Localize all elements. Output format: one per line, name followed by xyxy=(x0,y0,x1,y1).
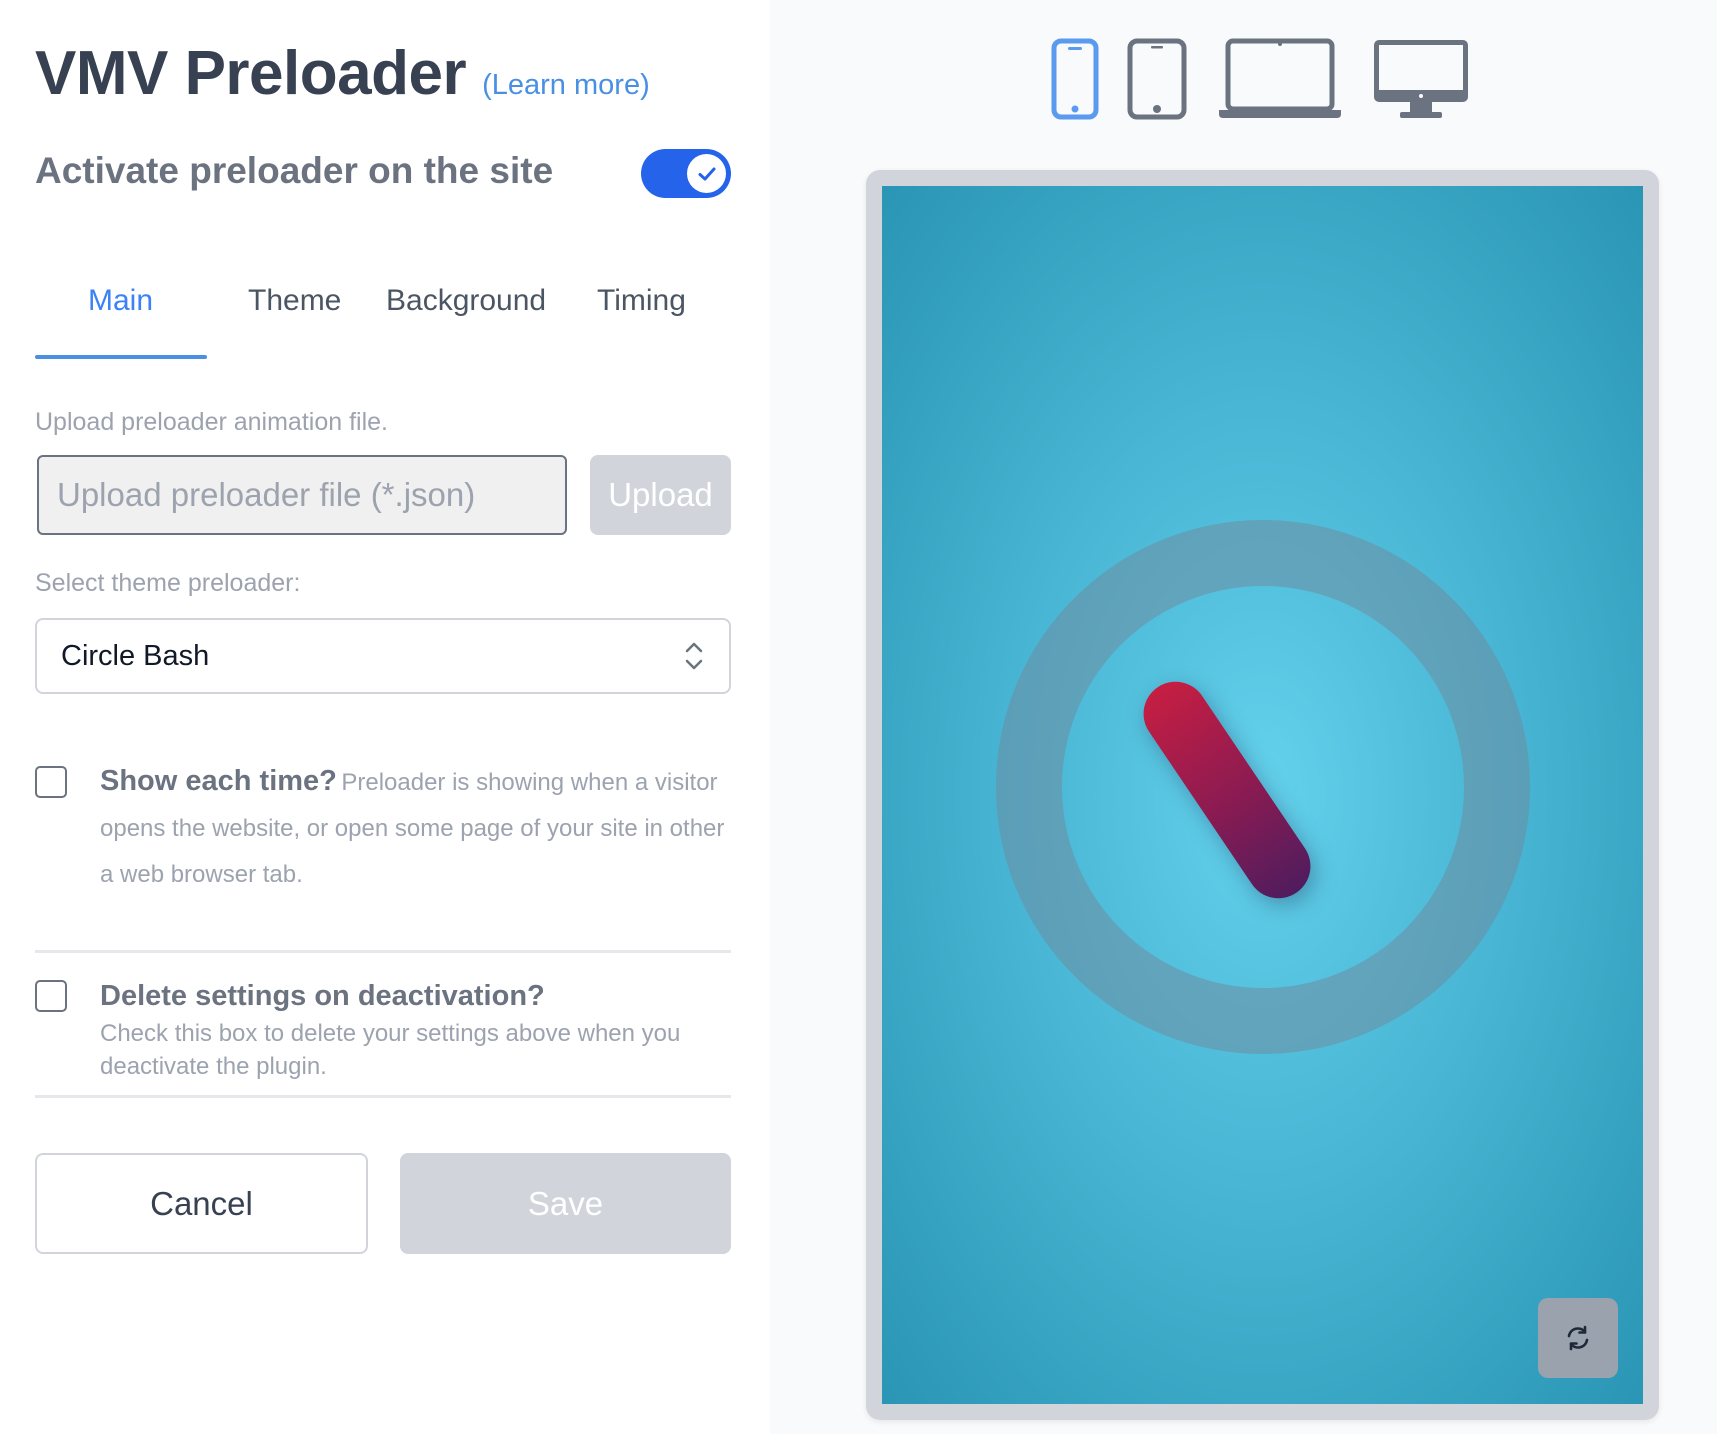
phone-icon xyxy=(1051,38,1099,120)
activate-toggle[interactable] xyxy=(641,149,731,198)
device-preview-frame xyxy=(866,170,1659,1420)
device-desktop-button[interactable] xyxy=(1372,38,1470,127)
delete-settings-checkbox[interactable] xyxy=(35,980,67,1012)
preview-panel xyxy=(770,0,1717,1434)
refresh-icon xyxy=(1567,1325,1589,1351)
desktop-icon xyxy=(1374,40,1468,118)
settings-panel: VMV Preloader (Learn more) Activate prel… xyxy=(0,0,770,1434)
divider xyxy=(35,1095,731,1098)
tablet-icon xyxy=(1127,38,1187,120)
delete-settings-title: Delete settings on deactivation? xyxy=(100,980,545,1012)
theme-select-label: Select theme preloader: xyxy=(35,569,301,597)
upload-label: Upload preloader animation file. xyxy=(35,408,388,436)
tab-main[interactable]: Main xyxy=(88,284,153,318)
delete-settings-text: Delete settings on deactivation? Check t… xyxy=(100,980,730,1083)
divider xyxy=(35,950,731,953)
device-tablet-button[interactable] xyxy=(1127,38,1187,125)
show-each-time-title: Show each time? xyxy=(100,765,337,797)
save-button[interactable]: Save xyxy=(400,1153,731,1254)
tab-background[interactable]: Background xyxy=(386,284,546,318)
device-laptop-button[interactable] xyxy=(1218,38,1342,125)
show-each-time-text: Show each time? Preloader is showing whe… xyxy=(100,760,730,899)
active-tab-indicator xyxy=(35,355,207,359)
tab-bar: Main Theme Background Timing xyxy=(35,270,731,360)
device-phone-button[interactable] xyxy=(1051,38,1099,125)
show-each-time-checkbox[interactable] xyxy=(35,766,67,798)
upload-button[interactable]: Upload xyxy=(590,455,731,535)
cancel-button[interactable]: Cancel xyxy=(35,1153,368,1254)
refresh-preview-button[interactable] xyxy=(1538,1298,1618,1378)
activate-label: Activate preloader on the site xyxy=(35,150,554,191)
toggle-knob xyxy=(687,154,726,193)
theme-select[interactable]: Circle Bash xyxy=(35,618,731,694)
delete-settings-description: Check this box to delete your settings a… xyxy=(100,1020,681,1080)
upload-file-input[interactable] xyxy=(37,455,567,535)
laptop-icon xyxy=(1219,38,1341,118)
check-icon xyxy=(698,167,715,180)
theme-select-value: Circle Bash xyxy=(61,639,210,672)
header: VMV Preloader (Learn more) xyxy=(35,38,650,109)
page-title: VMV Preloader xyxy=(35,39,467,108)
tab-timing[interactable]: Timing xyxy=(597,284,686,318)
tab-theme[interactable]: Theme xyxy=(248,284,341,318)
chevron-up-down-icon xyxy=(685,642,703,670)
learn-more-link[interactable]: (Learn more) xyxy=(482,69,650,102)
preloader-preview xyxy=(882,186,1643,1404)
